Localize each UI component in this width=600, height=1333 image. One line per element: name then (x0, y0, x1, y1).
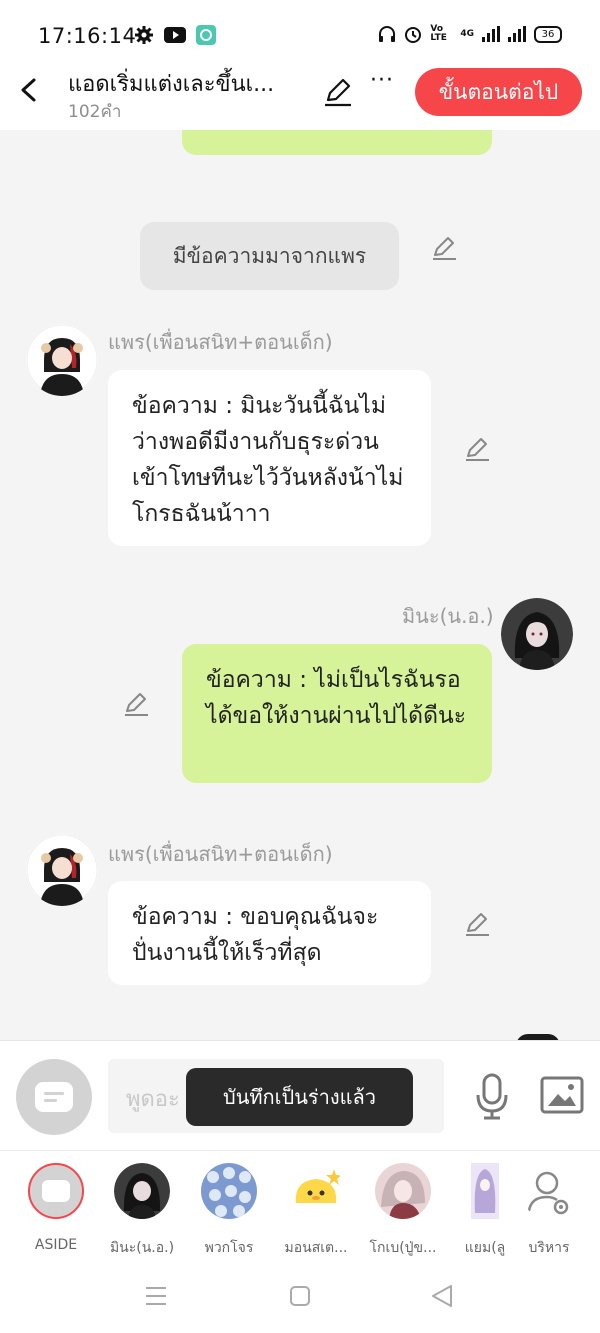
home-icon[interactable] (289, 1285, 311, 1307)
character-bar: ASIDE มินะ(น.อ.) พวกโจร มอนสเต... โกเบ(ป… (0, 1150, 600, 1258)
menu-icon[interactable] (145, 1286, 167, 1306)
avatar-mina[interactable] (501, 598, 573, 670)
more-options-icon[interactable]: ··· (370, 68, 394, 93)
sender-name: แพร(เพื่อนสนิท+ตอนเด็ก) (108, 842, 333, 866)
avatar (288, 1163, 344, 1219)
system-nav-bar (0, 1258, 600, 1333)
character-bandits[interactable]: พวกโจร (184, 1163, 274, 1259)
message-bubble[interactable]: ข้อความ : ขอบคุณฉันจะปั่นงานนี้ให้เร็วที… (108, 881, 431, 985)
edit-message-icon[interactable] (122, 690, 150, 718)
next-step-button[interactable]: ขั้นตอนต่อไป (415, 68, 582, 116)
status-bar: 17:16:14 Vo LTE 4G 36 (0, 0, 600, 58)
manage-characters-button[interactable]: บริหาร (504, 1163, 594, 1259)
edit-message-icon[interactable] (463, 910, 491, 938)
aside-toggle-button[interactable] (16, 1059, 92, 1135)
character-kobe[interactable]: โกเบ(ปู่ข... (358, 1163, 448, 1259)
avatar-prae[interactable] (26, 324, 98, 396)
battery-icon: 36 (534, 25, 562, 43)
back-arrow-icon[interactable] (14, 72, 44, 108)
character-monster[interactable]: มอนสเต... (271, 1163, 361, 1259)
message-bubble[interactable]: ข้อความ : ไม่เป็นไรฉันรอได้ขอให้งานผ่านไ… (182, 644, 492, 783)
avatar (201, 1163, 257, 1219)
header: แอดเริ่มแต่งเละขึ้นเ... 102คำ ··· ขั้นตอ… (0, 58, 600, 130)
edit-message-icon[interactable] (430, 234, 458, 262)
status-time: 17:16:14 (38, 24, 137, 48)
app-icon (196, 25, 216, 45)
character-aside[interactable]: ASIDE (11, 1163, 101, 1253)
message-bubble[interactable]: ข้อความ : มินะวันนี้ฉันไม่ว่างพอดีมีงานก… (108, 370, 431, 546)
microphone-icon[interactable] (472, 1071, 512, 1121)
headphones-icon (379, 26, 396, 42)
alarm-icon (405, 27, 422, 43)
narration-bubble[interactable]: มีข้อความมาจากแพร (140, 222, 399, 290)
saved-draft-toast: บันทึกเป็นร่างแล้ว (186, 1068, 413, 1126)
edit-title-icon[interactable] (322, 76, 354, 108)
image-icon[interactable] (540, 1075, 584, 1115)
aside-icon (35, 1082, 73, 1112)
signal-icon (482, 26, 500, 42)
avatar (114, 1163, 170, 1219)
story-title[interactable]: แอดเริ่มแต่งเละขึ้นเ... (68, 66, 308, 101)
gear-icon (135, 26, 153, 44)
manage-user-icon (521, 1163, 577, 1219)
network-type: 4G (460, 29, 474, 39)
composer-bar: พูดอะ บันทึกเป็นร่างแล้ว (0, 1040, 600, 1150)
chat-area[interactable]: มีข้อความมาจากแพร แพร(เพื่อนสนิท+ตอนเด็ก… (0, 130, 600, 1040)
volte-icon: Vo LTE (430, 24, 447, 43)
sender-name: แพร(เพื่อนสนิท+ตอนเด็ก) (108, 330, 333, 354)
edit-message-icon[interactable] (463, 435, 491, 463)
youtube-icon (164, 27, 186, 43)
word-count: 102คำ (68, 102, 122, 122)
signal-icon (508, 26, 526, 42)
aside-icon (28, 1163, 84, 1219)
avatar (471, 1163, 499, 1219)
character-mina[interactable]: มินะ(น.อ.) (97, 1163, 187, 1259)
back-icon[interactable] (430, 1284, 454, 1308)
message-bubble-partial[interactable] (182, 130, 492, 155)
message-input-placeholder: พูดอะ (126, 1087, 180, 1112)
avatar-prae[interactable] (26, 834, 98, 906)
sender-name: มินะ(น.อ.) (402, 604, 494, 628)
avatar (375, 1163, 431, 1219)
